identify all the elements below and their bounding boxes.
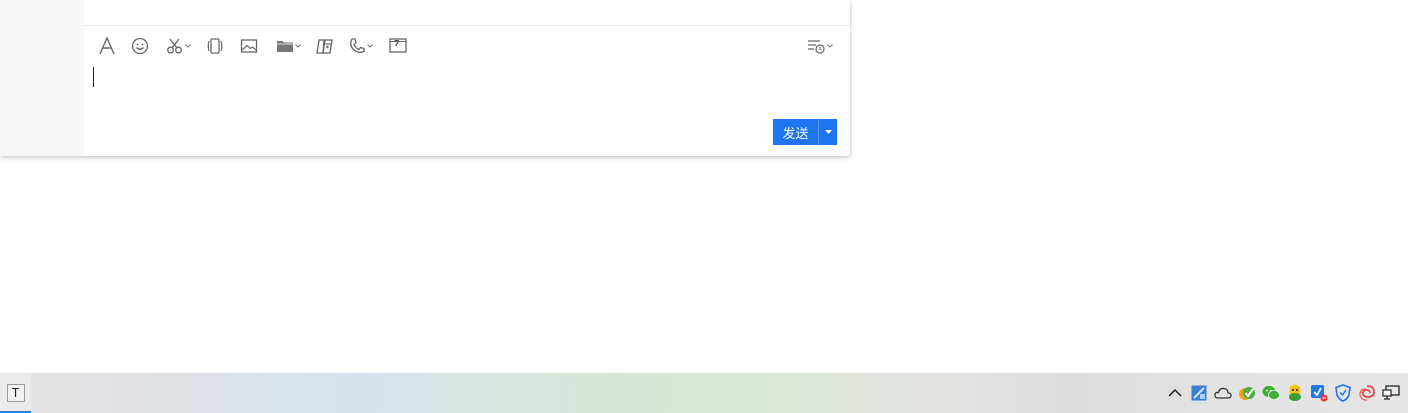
shake-window-icon[interactable]	[204, 34, 226, 58]
taskbar-app-button[interactable]: T	[0, 373, 31, 413]
chevron-down-icon	[826, 44, 833, 48]
onedrive-cloud-icon[interactable]	[1213, 383, 1233, 403]
qq-tray-icon[interactable]	[1285, 383, 1305, 403]
app-t-icon: T	[6, 384, 25, 402]
send-button[interactable]: 发送	[773, 119, 818, 145]
input-toolbar: 7	[84, 26, 850, 66]
message-history-icon[interactable]	[803, 34, 835, 58]
chat-window: 7 发送	[0, 0, 850, 156]
wechat-icon[interactable]	[1261, 383, 1281, 403]
chevron-down-icon	[366, 44, 373, 48]
image-icon[interactable]	[238, 34, 260, 58]
network-monitor-icon[interactable]	[1381, 383, 1401, 403]
message-history-area	[84, 0, 850, 26]
chevron-down-icon	[184, 44, 191, 48]
send-button-group: 发送	[773, 119, 837, 145]
calendar-day-label: 7	[394, 39, 400, 48]
shield-app-alert-icon[interactable]	[1309, 383, 1329, 403]
show-hidden-icons-chevron-icon[interactable]	[1165, 383, 1185, 403]
folder-icon[interactable]	[273, 34, 303, 58]
calendar-7-icon[interactable]: 7	[387, 34, 409, 58]
red-packet-icon[interactable]	[313, 34, 335, 58]
text-cursor	[93, 67, 94, 87]
contact-sidebar	[0, 0, 84, 156]
font-icon[interactable]	[96, 34, 118, 58]
windows-taskbar: T	[0, 373, 1408, 413]
screenshot-scissors-icon[interactable]	[164, 34, 192, 58]
swirl-app-icon[interactable]	[1357, 383, 1377, 403]
green-check-app-icon[interactable]	[1237, 383, 1257, 403]
security-shield-icon[interactable]	[1333, 383, 1353, 403]
message-input[interactable]	[84, 66, 850, 114]
caret-down-icon	[824, 130, 832, 134]
network-drive-icon[interactable]	[1189, 383, 1209, 403]
phone-call-icon[interactable]	[346, 34, 374, 58]
chevron-down-icon	[294, 44, 301, 48]
send-options-button[interactable]	[819, 119, 837, 145]
emoji-icon[interactable]	[129, 34, 151, 58]
